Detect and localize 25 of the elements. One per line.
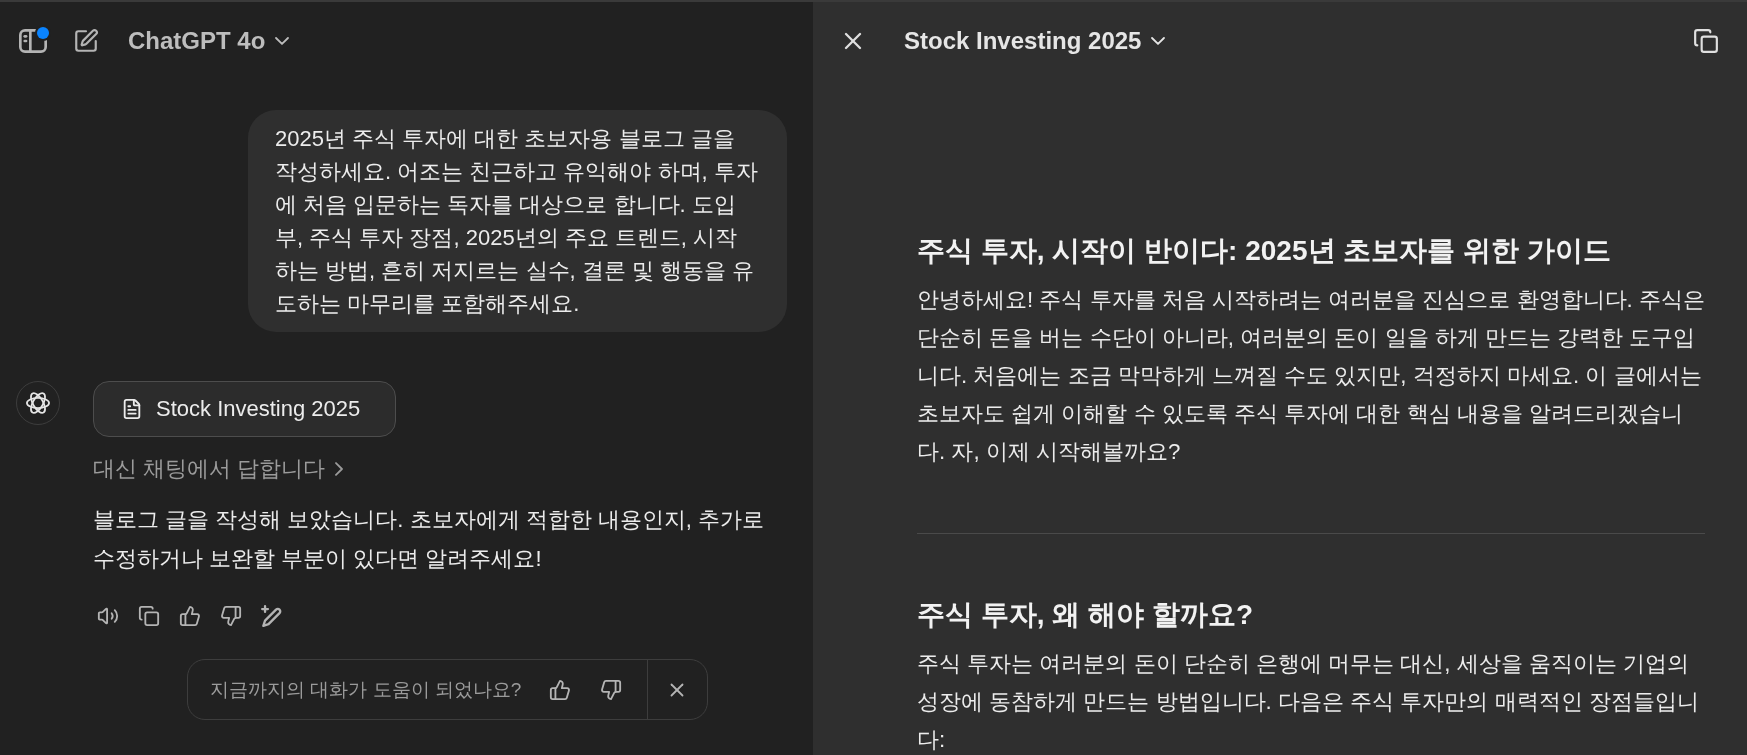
thumbs-down-icon	[220, 605, 242, 627]
user-message: 2025년 주식 투자에 대한 초보자용 블로그 글을 작성하세요. 어조는 친근하고 유익해야 하며, 투자에 처음 입문하는 독자를 대상으로 합니다. 도입부, 주식 투자 장점, 2025년의 주요 트렌드, 시작하는 방법, 흔히 저지르는 실수, 결론 및 행동을 유도하는 마무리를 포함해주세요.	[248, 110, 787, 332]
edit-icon	[73, 28, 99, 54]
copy-icon	[1693, 28, 1719, 54]
speaker-icon	[97, 605, 119, 627]
pencil-sparkle-icon	[261, 605, 283, 627]
thumbs-down-icon	[600, 678, 622, 701]
canvas-document-button[interactable]: Stock Investing 2025	[93, 381, 397, 437]
section-paragraph: 안녕하세요! 주식 투자를 처음 시작하려는 여러분을 진심으로 환영합니다. 주식은 단순히 돈을 버는 수단이 아니라, 여러분의 돈이 일을 하게 만드는 강력한 도구입니다. 처음에는 조금 막막하게 느껴질 수도 있지만, 걱정하지 마세요. 이 글에서는 초보자도 쉽게 이해할 수 있도록 주식 투자에 대한 핵심 내용을 알려드리겠습니다. 자, 이제 시작해볼까요?	[917, 286, 1705, 466]
section-heading: 주식 투자, 왜 해야 할까요?	[917, 598, 1254, 632]
section-heading: 주식 투자, 시작이 반이다: 2025년 초보자를 위한 가이드	[917, 234, 1612, 268]
chevron-right-icon	[335, 462, 344, 476]
chevron-down-icon	[1151, 37, 1166, 45]
model-selector[interactable]: ChatGPT 4o	[128, 27, 290, 55]
thumbs-up-icon	[549, 678, 571, 701]
sidebar-icon	[19, 29, 47, 53]
copy-icon	[138, 605, 160, 627]
canvas-title-menu[interactable]: Stock Investing 2025	[904, 27, 1166, 55]
thumbs-up-icon	[179, 605, 201, 627]
assistant-message: 블로그 글을 작성해 보았습니다. 초보자에게 적합한 내용인지, 추가로 수정하거나 보완할 부분이 있다면 알려주세요!	[93, 506, 765, 573]
feedback-question: 지금까지의 대화가 도움이 되었나요?	[210, 677, 522, 702]
answer-in-chat-link[interactable]: 대신 채팅에서 답합니다	[93, 454, 344, 484]
chevron-down-icon	[275, 37, 290, 45]
section-paragraph: 주식 투자는 여러분의 돈이 단순히 은행에 머무는 대신, 세상을 움직이는 기업의 성장에 동참하게 만드는 방법입니다. 다음은 주식 투자만의 매력적인 장점들입니다:	[917, 650, 1700, 754]
document-icon	[121, 398, 143, 420]
